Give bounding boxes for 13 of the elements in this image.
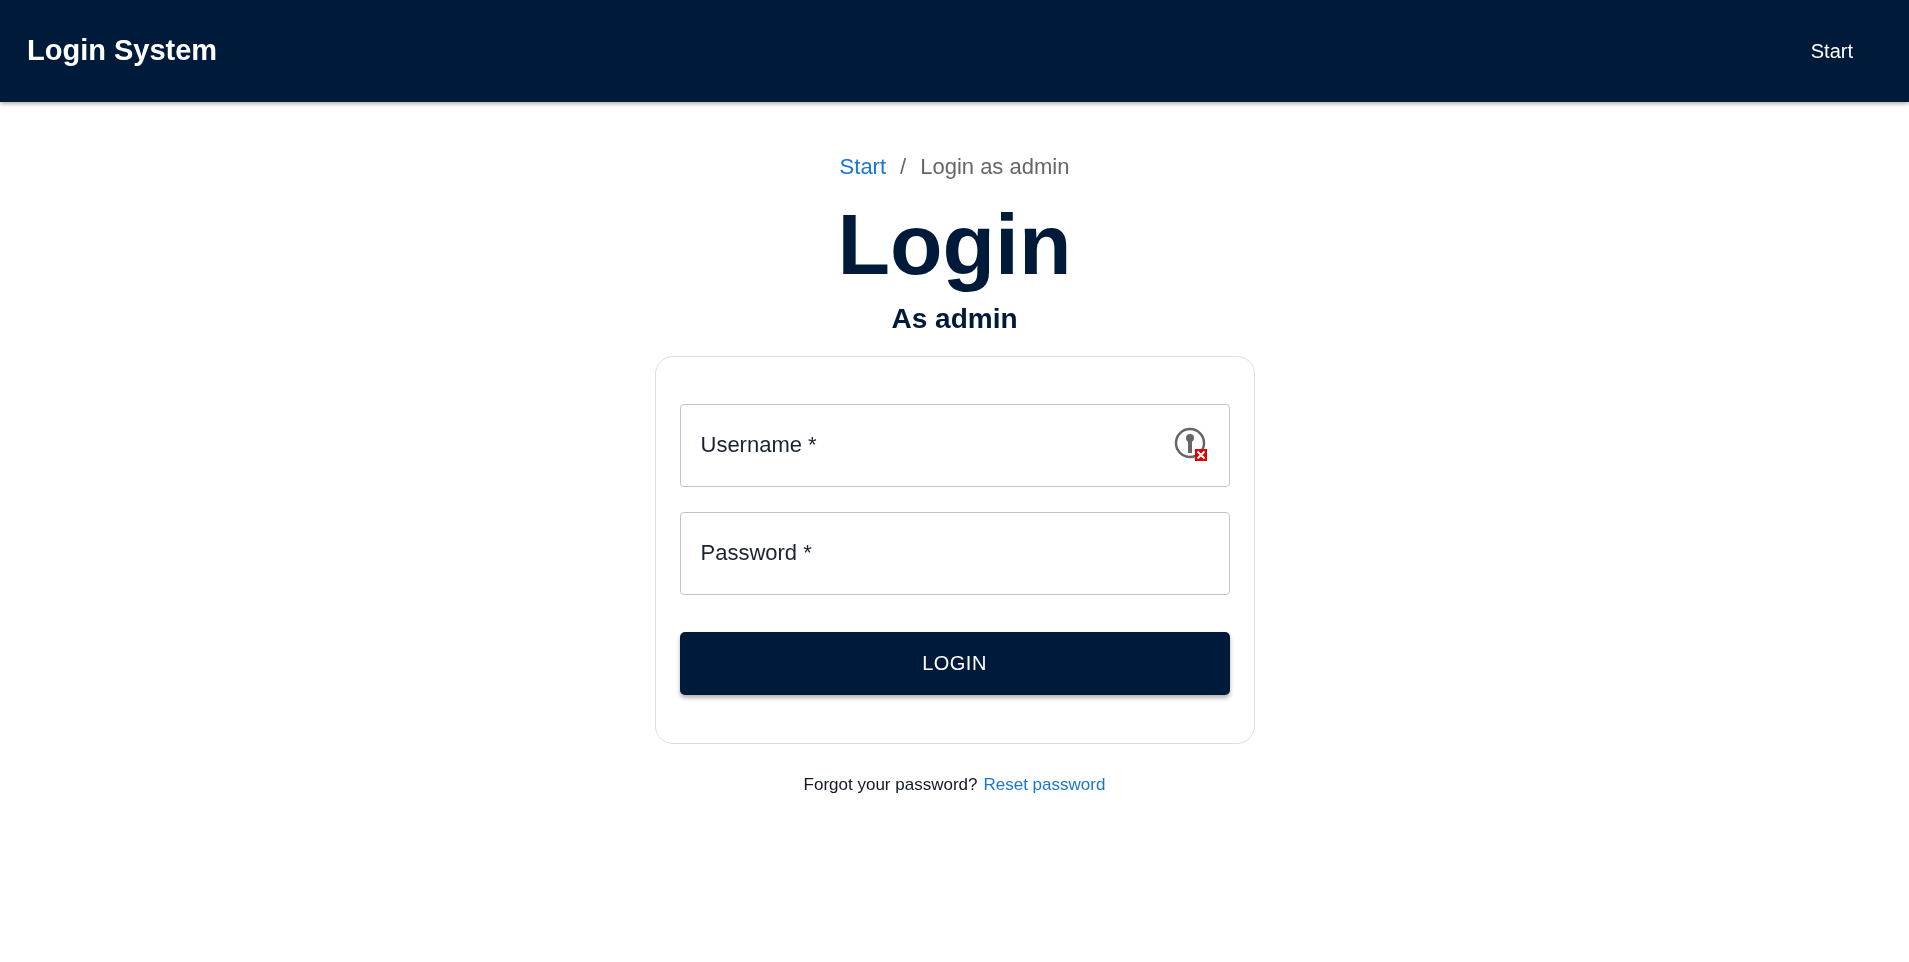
username-field[interactable]: Username * [679,403,1230,487]
breadcrumb-link[interactable]: Start [839,150,887,183]
breadcrumb-current: Login as admin [920,153,1070,181]
app-title: Login System [27,33,218,69]
page-heading: Login [837,195,1072,294]
page-subheading: As admin [891,301,1018,336]
password-field[interactable]: Password * [679,511,1230,595]
forgot-password-text: Forgot your password? [803,773,978,796]
login-button[interactable]: LOGIN [679,631,1230,695]
breadcrumb-separator: / [900,153,907,181]
reset-password-link[interactable]: Reset password [983,771,1106,798]
key-warning-icon[interactable] [1173,426,1210,463]
nav-link[interactable]: Start [1810,36,1853,66]
